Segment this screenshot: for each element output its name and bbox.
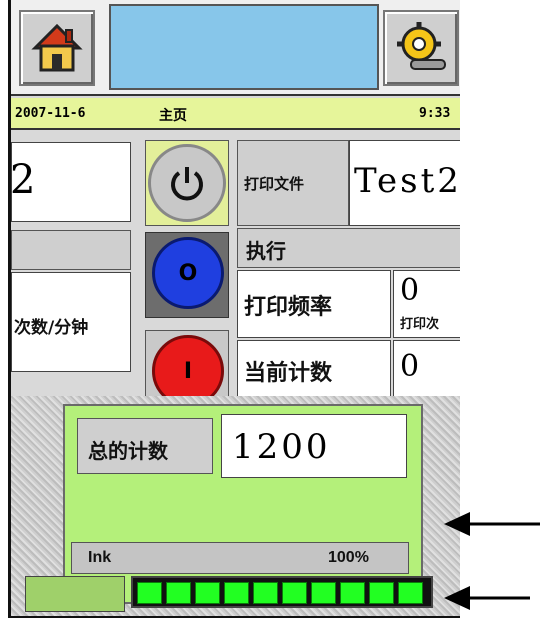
speed-value-box: 2 bbox=[11, 142, 131, 222]
status-date: 2007-11-6 bbox=[15, 106, 86, 121]
ink-segment bbox=[398, 582, 423, 604]
count-value-box: 0 bbox=[393, 340, 460, 398]
ink-segment bbox=[369, 582, 394, 604]
total-label-box: 总的计数 bbox=[77, 418, 213, 474]
ink-level-meter bbox=[131, 576, 433, 608]
freq-value: 0 bbox=[400, 273, 420, 308]
start-button-icon: O bbox=[178, 260, 198, 286]
file-label: 打印文件 bbox=[244, 175, 305, 193]
file-label-box: 打印文件 bbox=[237, 140, 349, 226]
ink-segment bbox=[224, 582, 249, 604]
stop-button-frame: I bbox=[145, 330, 229, 407]
total-value-box: 1200 bbox=[221, 414, 407, 478]
exec-label: 执行 bbox=[246, 239, 286, 263]
freq-sub-label: 打印次 bbox=[400, 317, 440, 332]
left-header bbox=[11, 230, 131, 270]
title-bar bbox=[109, 4, 379, 90]
home-icon bbox=[31, 23, 83, 72]
count-value: 0 bbox=[400, 349, 420, 384]
total-panel: 总的计数 1200 bbox=[63, 404, 423, 604]
speed-unit: 次数/分钟 bbox=[14, 318, 89, 338]
count-label-box: 当前计数 bbox=[237, 340, 391, 398]
status-page: 主页 bbox=[159, 108, 187, 124]
total-label: 总的计数 bbox=[88, 439, 168, 463]
power-icon bbox=[171, 167, 203, 201]
ink-segment bbox=[340, 582, 365, 604]
file-value: Test2 bbox=[354, 161, 460, 201]
top-bar bbox=[11, 0, 460, 96]
ink-segment bbox=[282, 582, 307, 604]
start-button[interactable]: O bbox=[152, 237, 224, 309]
exec-header: 执行 bbox=[237, 228, 460, 268]
freq-label-box: 打印频率 bbox=[237, 270, 391, 338]
status-time: 9:33 bbox=[419, 106, 451, 121]
speed-unit-box: 次数/分钟 bbox=[11, 272, 131, 372]
ink-label: Ink bbox=[88, 549, 112, 566]
freq-value-box: 0 打印次 bbox=[393, 270, 460, 338]
ink-segment bbox=[195, 582, 220, 604]
ink-segment bbox=[137, 582, 162, 604]
ink-bar: Ink 100% bbox=[71, 542, 409, 574]
annotation-arrows bbox=[444, 512, 540, 610]
freq-label: 打印频率 bbox=[244, 295, 333, 320]
start-button-frame: O bbox=[145, 232, 229, 318]
status-bar: 2007-11-6 主页 9:33 bbox=[11, 98, 460, 130]
ink-segment bbox=[166, 582, 191, 604]
arrow-icon bbox=[444, 512, 540, 536]
speed-value: 2 bbox=[10, 157, 36, 203]
settings-button[interactable] bbox=[383, 10, 459, 86]
ink-segment bbox=[253, 582, 278, 604]
total-value: 1200 bbox=[232, 427, 331, 467]
power-button[interactable] bbox=[148, 144, 226, 222]
ink-percent: 100% bbox=[328, 549, 369, 566]
arrow-icon bbox=[444, 586, 530, 610]
stop-button-icon: I bbox=[183, 358, 193, 384]
count-label: 当前计数 bbox=[244, 361, 333, 386]
device-screen: 2007-11-6 主页 9:33 2 次数/分钟 O I 打印文件 Test2 bbox=[8, 0, 460, 618]
settings-icon bbox=[397, 22, 446, 70]
file-value-box[interactable]: Test2 bbox=[349, 140, 460, 226]
ink-segment bbox=[311, 582, 336, 604]
ink-cartridge-icon bbox=[25, 576, 125, 612]
home-button[interactable] bbox=[19, 10, 95, 86]
power-button-frame bbox=[145, 140, 229, 226]
